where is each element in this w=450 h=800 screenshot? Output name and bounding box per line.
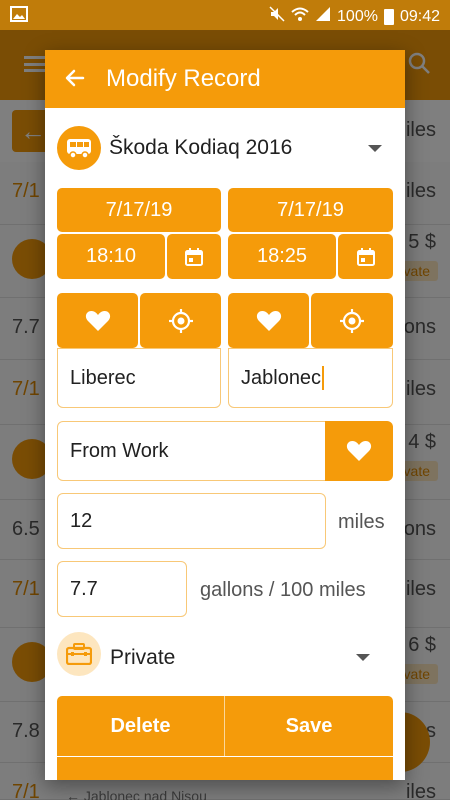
distance-unit: miles (338, 511, 385, 533)
bus-icon (57, 126, 101, 170)
save-button[interactable]: Save (225, 696, 393, 756)
start-date-button[interactable]: 7/17/19 (57, 188, 221, 232)
origin-favorite-button[interactable] (57, 293, 138, 348)
vehicle-name: Škoda Kodiaq 2016 (109, 136, 293, 159)
consumption-field[interactable]: 7.7 (57, 561, 187, 617)
mute-icon (269, 6, 285, 27)
modify-record-dialog: Modify Record Škoda Kodiaq 2016 7/17/19 … (45, 50, 405, 780)
gallery-notification-icon (10, 6, 28, 27)
start-time-button[interactable]: 18:10 (57, 234, 165, 279)
clock: 09:42 (399, 7, 440, 25)
destination-favorite-button[interactable] (228, 293, 309, 348)
destination-value: Jablonec (241, 366, 322, 389)
text-cursor (322, 366, 325, 390)
back-arrow-icon[interactable] (59, 62, 91, 94)
action-bar: Delete Save (57, 696, 393, 756)
heart-icon (85, 310, 110, 331)
gps-locate-icon (168, 308, 193, 333)
distance-value: 12 (70, 509, 93, 532)
chevron-down-icon (356, 654, 370, 661)
consumption-value: 7.7 (70, 577, 98, 600)
purpose-value: From Work (70, 439, 169, 462)
consumption-unit: gallons / 100 miles (200, 579, 366, 601)
action-bar-extension (57, 757, 393, 780)
signal-icon (315, 6, 331, 27)
calendar-icon (356, 247, 375, 266)
purpose-favorite-button[interactable] (325, 421, 393, 481)
origin-field[interactable]: Liberec (57, 348, 221, 408)
vehicle-selector[interactable]: Škoda Kodiaq 2016 (57, 124, 393, 176)
heart-icon (256, 310, 281, 331)
battery-icon (383, 8, 394, 25)
purpose-field[interactable]: From Work (57, 421, 327, 481)
destination-locate-button[interactable] (311, 293, 393, 348)
gps-locate-icon (340, 308, 364, 333)
delete-button[interactable]: Delete (57, 696, 224, 756)
briefcase-icon (57, 632, 101, 676)
wifi-icon (291, 6, 309, 27)
heart-icon (346, 441, 372, 461)
chevron-down-icon (368, 145, 382, 152)
status-indicators: 100% 09:42 (269, 6, 440, 27)
dialog-header: Modify Record (45, 50, 405, 108)
origin-locate-button[interactable] (140, 293, 221, 348)
battery-percentage: 100% (337, 7, 378, 25)
distance-field[interactable]: 12 (57, 493, 326, 549)
trip-type-label: Private (110, 646, 176, 669)
origin-value: Liberec (70, 366, 136, 389)
end-time-button[interactable]: 18:25 (228, 234, 336, 279)
end-date-button[interactable]: 7/17/19 (228, 188, 393, 232)
calendar-icon (185, 247, 203, 266)
start-calendar-button[interactable] (167, 234, 221, 279)
dialog-title: Modify Record (106, 65, 261, 92)
destination-field[interactable]: Jablonec (228, 348, 393, 408)
status-bar: 100% 09:42 (0, 0, 450, 30)
end-calendar-button[interactable] (338, 234, 393, 279)
